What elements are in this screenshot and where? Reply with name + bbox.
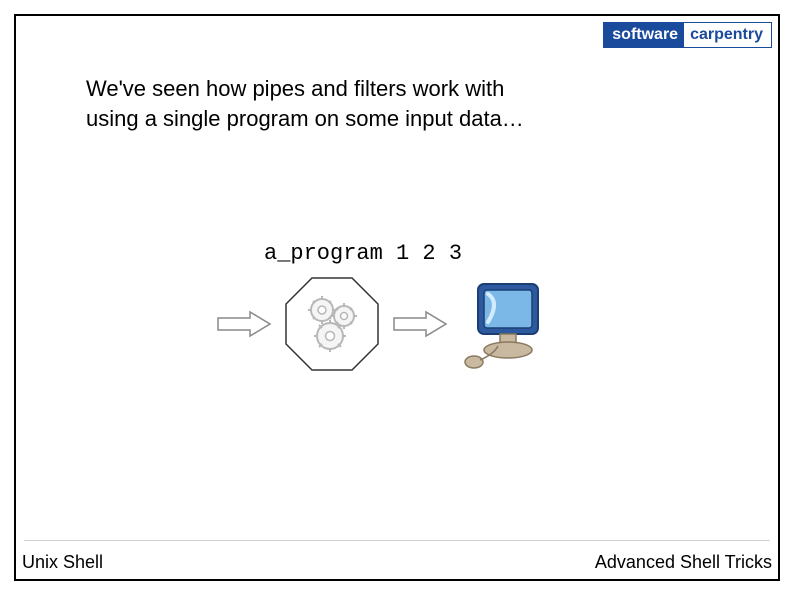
pipeline-diagram bbox=[216, 274, 550, 374]
logo-word-carpentry: carpentry bbox=[684, 23, 771, 47]
slide-body-text: We've seen how pipes and filters work wi… bbox=[86, 74, 524, 133]
arrow-icon bbox=[392, 310, 448, 338]
footer-right: Advanced Shell Tricks bbox=[595, 552, 772, 573]
command-text: a_program 1 2 3 bbox=[264, 241, 462, 266]
program-icon bbox=[284, 276, 380, 372]
software-carpentry-logo: software carpentry bbox=[603, 22, 772, 48]
logo-word-software: software bbox=[604, 23, 684, 47]
divider bbox=[24, 540, 770, 541]
footer-left: Unix Shell bbox=[22, 552, 103, 573]
body-line-1: We've seen how pipes and filters work wi… bbox=[86, 74, 524, 104]
arrow-icon bbox=[216, 310, 272, 338]
body-line-2: using a single program on some input dat… bbox=[86, 104, 524, 134]
monitor-icon bbox=[460, 274, 550, 374]
slide-frame: software carpentry We've seen how pipes … bbox=[14, 14, 780, 581]
